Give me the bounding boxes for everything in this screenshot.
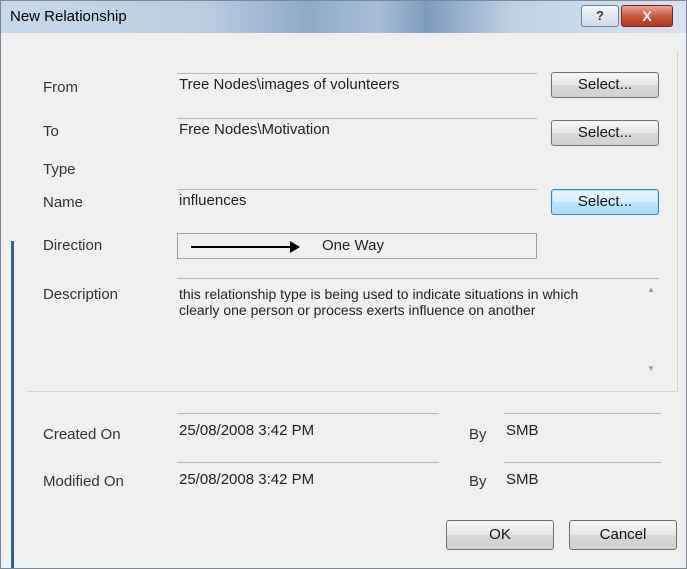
- name-select-button[interactable]: Select...: [551, 189, 659, 215]
- scroll-up-icon[interactable]: ▲: [647, 285, 655, 294]
- window-edge: [11, 241, 14, 568]
- created-on-field: 25/08/2008 3:42 PM: [177, 413, 439, 448]
- scroll-down-icon[interactable]: ▼: [647, 364, 655, 373]
- description-textarea[interactable]: this relationship type is being used to …: [177, 278, 659, 381]
- modified-by-label: By: [469, 473, 487, 490]
- direction-dropdown[interactable]: One Way: [177, 233, 537, 259]
- from-label: From: [43, 79, 78, 96]
- title-bar[interactable]: New Relationship ? X: [1, 1, 686, 33]
- from-field: Tree Nodes\images of volunteers: [177, 73, 537, 96]
- created-by-field: SMB: [504, 413, 661, 448]
- created-by-label: By: [469, 426, 487, 443]
- to-field: Free Nodes\Motivation: [177, 118, 537, 141]
- window-title: New Relationship: [10, 8, 127, 25]
- modified-on-label: Modified On: [43, 473, 124, 490]
- direction-label: Direction: [43, 237, 103, 254]
- new-relationship-dialog: New Relationship ? X From Tree Nodes\ima…: [0, 0, 687, 569]
- description-label: Description: [43, 286, 119, 303]
- direction-value: One Way: [322, 237, 384, 254]
- to-select-button[interactable]: Select...: [551, 120, 659, 146]
- description-text: this relationship type is being used to …: [179, 286, 579, 318]
- help-button[interactable]: ?: [581, 5, 619, 27]
- created-on-label: Created On: [43, 426, 121, 443]
- from-select-button[interactable]: Select...: [551, 72, 659, 98]
- cancel-button[interactable]: Cancel: [569, 520, 677, 550]
- description-scrollbar[interactable]: ▲ ▼: [642, 279, 659, 381]
- name-label: Name: [43, 194, 84, 211]
- modified-on-field: 25/08/2008 3:42 PM: [177, 462, 439, 497]
- name-field[interactable]: influences: [177, 189, 537, 212]
- ok-button[interactable]: OK: [446, 520, 554, 550]
- type-label: Type: [43, 161, 76, 178]
- close-button[interactable]: X: [621, 5, 673, 27]
- to-label: To: [43, 123, 59, 140]
- modified-by-field: SMB: [504, 462, 661, 497]
